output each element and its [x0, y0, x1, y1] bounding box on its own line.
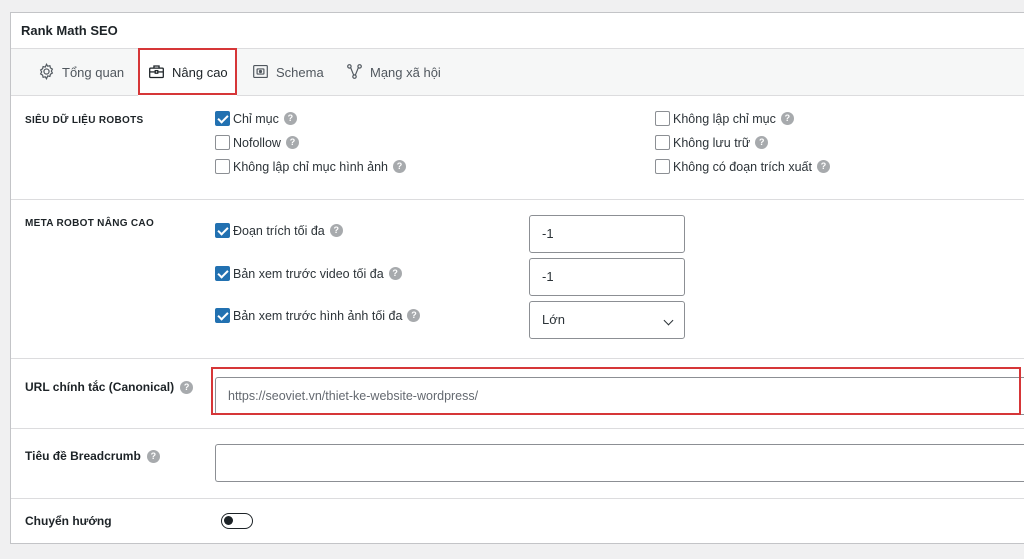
- canonical-label-wrap: URL chính tắc (Canonical) ?: [25, 380, 194, 394]
- briefcase-icon: [148, 63, 165, 83]
- checkbox-box[interactable]: [655, 159, 670, 174]
- max-image-preview-select[interactable]: Lớn: [529, 301, 685, 339]
- checkbox-box[interactable]: [215, 159, 230, 174]
- breadcrumb-row: Tiêu đề Breadcrumb ?: [11, 429, 1024, 499]
- tab-label: Mạng xã hội: [370, 65, 441, 80]
- tab-bar: Tổng quan Nâng cao Schema Mạng xã hội: [11, 48, 1024, 97]
- breadcrumb-label-wrap: Tiêu đề Breadcrumb ?: [25, 449, 160, 463]
- rank-math-panel: Rank Math SEO Tổng quan Nâng cao Schema: [10, 12, 1024, 544]
- canonical-label: URL chính tắc (Canonical): [25, 380, 175, 394]
- tab-schema[interactable]: Schema: [252, 49, 324, 96]
- breadcrumb-label: Tiêu đề Breadcrumb: [25, 449, 141, 463]
- checkbox-box[interactable]: [215, 135, 230, 150]
- help-icon[interactable]: ?: [392, 160, 406, 173]
- checkbox-box[interactable]: [215, 308, 230, 323]
- tab-social[interactable]: Mạng xã hội: [346, 49, 441, 96]
- robots-meta-label: SIÊU DỮ LIỆU ROBOTS: [25, 115, 144, 126]
- help-icon[interactable]: ?: [388, 267, 402, 280]
- help-icon[interactable]: ?: [146, 449, 160, 463]
- checkbox-max-video-preview[interactable]: Bản xem trước video tối đa ?: [215, 266, 402, 281]
- redirect-label: Chuyển hướng: [25, 514, 112, 528]
- breadcrumb-title-input[interactable]: [215, 444, 1024, 482]
- tab-advanced[interactable]: Nâng cao: [138, 49, 237, 97]
- robots-meta-row: SIÊU DỮ LIỆU ROBOTS Chỉ mục ? Nofollow ?…: [11, 97, 1024, 200]
- checkbox-max-image-preview[interactable]: Bản xem trước hình ảnh tối đa ?: [215, 308, 421, 323]
- checkbox-noindex[interactable]: Không lập chỉ mục ?: [655, 111, 794, 126]
- schema-icon: [252, 63, 269, 83]
- checkbox-nosnippet[interactable]: Không có đoạn trích xuất ?: [655, 159, 830, 174]
- checkbox-nofollow[interactable]: Nofollow ?: [215, 135, 299, 150]
- tab-label: Schema: [276, 65, 324, 80]
- tab-overview[interactable]: Tổng quan: [38, 49, 124, 96]
- help-icon[interactable]: ?: [180, 380, 194, 394]
- help-icon[interactable]: ?: [816, 160, 830, 173]
- tab-label: Tổng quan: [62, 65, 125, 80]
- canonical-url-input[interactable]: https://seoviet.vn/thiet-ke-website-word…: [215, 377, 1024, 415]
- gear-icon: [38, 62, 55, 83]
- advanced-robots-label: META ROBOT NÂNG CAO: [25, 218, 155, 229]
- canonical-row: URL chính tắc (Canonical) ? https://seov…: [11, 359, 1024, 429]
- max-video-preview-input[interactable]: -1: [529, 258, 685, 296]
- panel-title: Rank Math SEO: [11, 13, 1024, 49]
- checkbox-index[interactable]: Chỉ mục ?: [215, 111, 297, 126]
- toggle-knob: [224, 516, 233, 525]
- checkbox-box[interactable]: [655, 135, 670, 150]
- chevron-down-icon: [663, 315, 674, 326]
- help-icon[interactable]: ?: [780, 112, 794, 125]
- checkbox-max-snippet[interactable]: Đoạn trích tối đa ?: [215, 223, 343, 238]
- checkbox-box[interactable]: [215, 223, 230, 238]
- help-icon[interactable]: ?: [407, 309, 421, 322]
- checkbox-box[interactable]: [655, 111, 670, 126]
- checkbox-noimageindex[interactable]: Không lập chỉ mục hình ảnh ?: [215, 159, 406, 174]
- select-value: Lớn: [542, 312, 565, 327]
- help-icon[interactable]: ?: [755, 136, 769, 149]
- help-icon[interactable]: ?: [283, 112, 297, 125]
- redirect-toggle[interactable]: [221, 513, 253, 529]
- checkbox-box[interactable]: [215, 266, 230, 281]
- share-nodes-icon: [346, 63, 363, 83]
- help-icon[interactable]: ?: [329, 224, 343, 237]
- max-snippet-input[interactable]: -1: [529, 215, 685, 253]
- checkbox-box[interactable]: [215, 111, 230, 126]
- tab-label: Nâng cao: [172, 65, 228, 80]
- advanced-robots-row: META ROBOT NÂNG CAO Đoạn trích tối đa ? …: [11, 200, 1024, 359]
- checkbox-noarchive[interactable]: Không lưu trữ ?: [655, 135, 769, 150]
- help-icon[interactable]: ?: [285, 136, 299, 149]
